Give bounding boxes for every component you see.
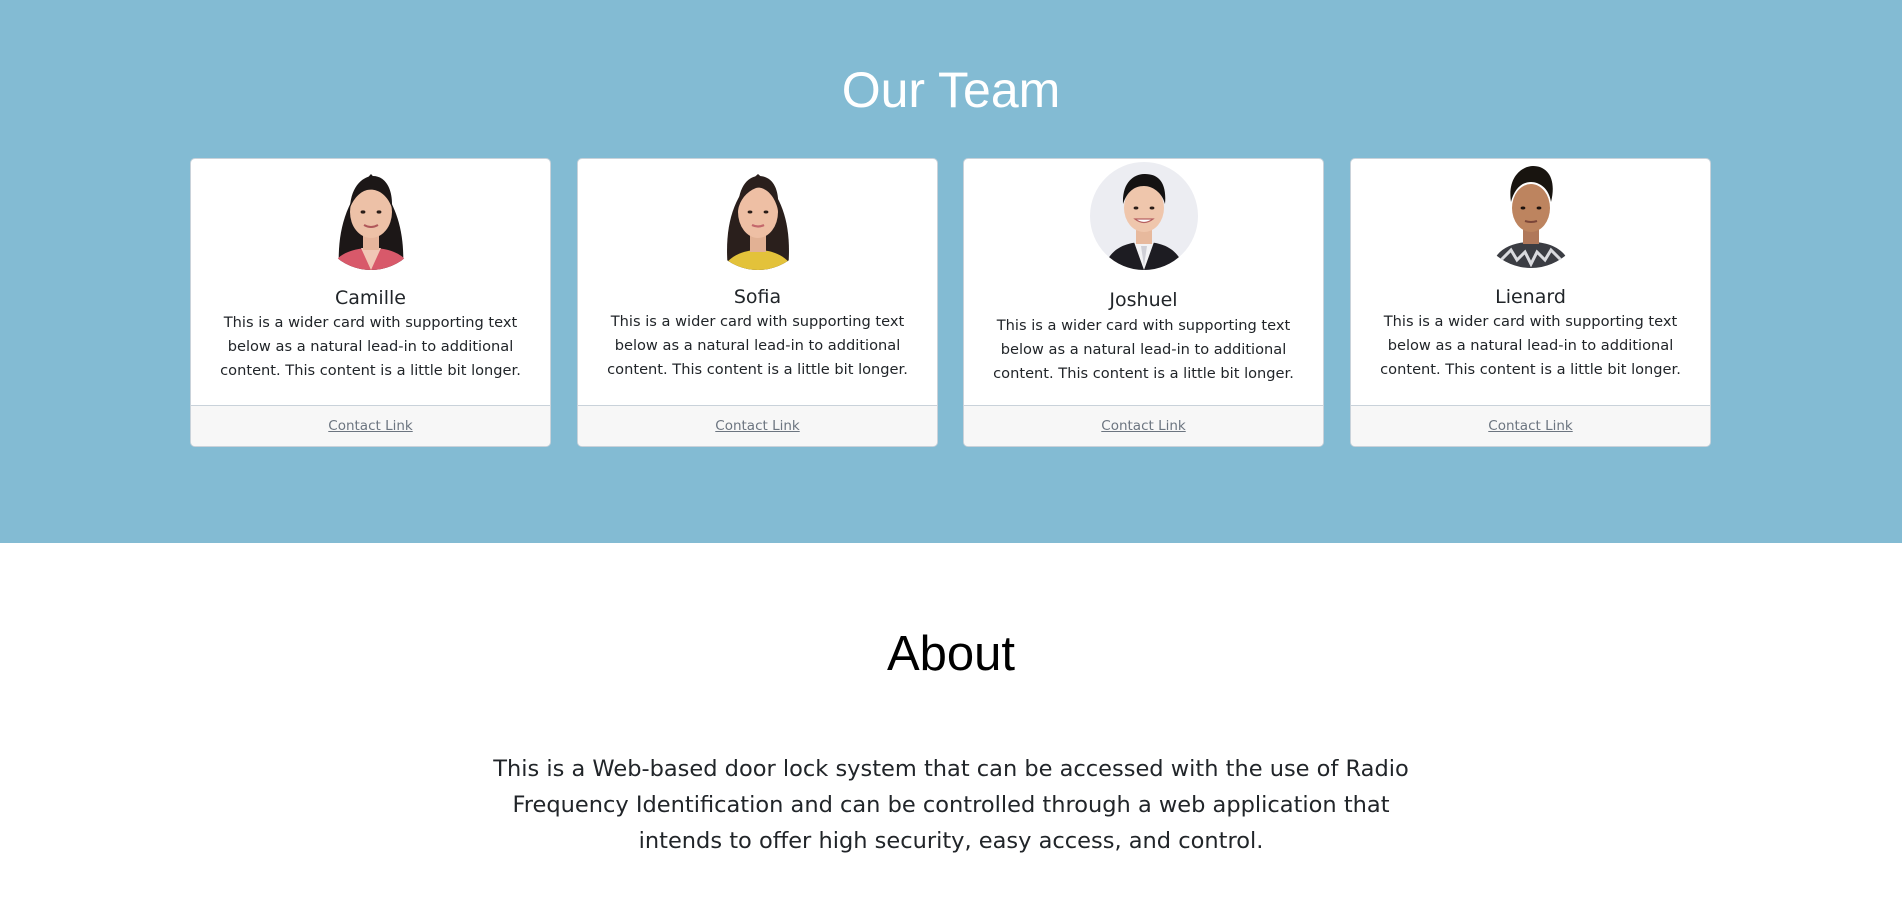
card-footer: Contact Link [964,405,1323,446]
card-footer: Contact Link [1351,405,1710,446]
card-body: Joshuel This is a wider card with suppor… [964,159,1323,407]
member-name: Camille [335,287,406,309]
card-body: Camille This is a wider card with suppor… [191,159,550,407]
card-footer: Contact Link [191,405,550,446]
avatar-photo [1089,162,1198,270]
avatar-lienard [1476,160,1585,268]
avatar-joshuel [1089,162,1198,270]
avatar-photo [1476,160,1585,268]
team-card-sofia: Sofia This is a wider card with supporti… [577,158,938,447]
avatar-camille [316,162,425,270]
about-title: About [886,627,1016,681]
member-name: Sofia [733,286,782,308]
card-body: Lienard This is a wider card with suppor… [1351,159,1710,407]
team-card-joshuel: Joshuel This is a wider card with suppor… [963,158,1324,447]
contact-link-sofia[interactable]: Contact Link [715,417,799,435]
member-name: Joshuel [1109,289,1178,311]
team-card-camille: Camille This is a wider card with suppor… [190,158,551,447]
member-name: Lienard [1495,286,1566,308]
member-description: This is a wider card with supporting tex… [220,314,521,379]
team-title: Our Team [841,62,1061,118]
card-body: Sofia This is a wider card with supporti… [578,159,937,407]
about-description: This is a Web-based door lock system tha… [493,756,1409,854]
card-footer: Contact Link [578,405,937,446]
avatar-photo [316,162,425,270]
avatar-photo [703,162,812,270]
member-description: This is a wider card with supporting tex… [993,317,1294,382]
avatar-sofia [703,162,812,270]
member-description: This is a wider card with supporting tex… [607,313,908,378]
contact-link-lienard[interactable]: Contact Link [1488,417,1572,435]
contact-link-camille[interactable]: Contact Link [328,417,412,435]
team-card-lienard: Lienard This is a wider card with suppor… [1350,158,1711,447]
member-description: This is a wider card with supporting tex… [1380,313,1681,378]
contact-link-joshuel[interactable]: Contact Link [1101,417,1185,435]
team-section: Our Team Camille This is a wider card wi… [0,0,1902,543]
